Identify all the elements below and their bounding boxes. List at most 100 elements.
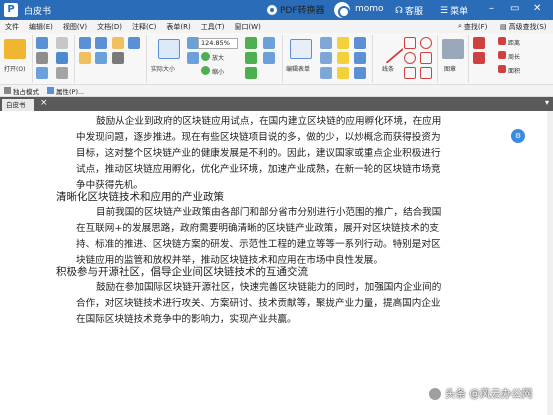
menu-window[interactable]: 窗口(W) (229, 22, 265, 32)
paragraph-line: 合作，对区块链技术进行攻关、方案研讨、技术贡献等，聚拢产业力量，提高国内企业 (76, 298, 441, 309)
vertical-scrollbar[interactable] (547, 111, 553, 415)
print-icon[interactable] (36, 52, 48, 64)
zoom-out-icon[interactable] (201, 66, 210, 75)
minimize-button[interactable]: – (489, 3, 494, 14)
zoom-in-icon[interactable] (201, 52, 210, 61)
pencil-icon[interactable] (473, 52, 485, 64)
scan-icon[interactable] (36, 67, 48, 79)
tab-list-icon[interactable]: ▾ (545, 98, 549, 107)
paragraph-line: 中发现问题，逐步推进。现在有些区块链项目说的多，做的少，以炒概念而获得投资为 (76, 132, 441, 143)
service-label: 客服 (405, 7, 424, 17)
zoom-in-label[interactable]: 放大 (212, 53, 224, 62)
perimeter-icon[interactable] (498, 51, 506, 59)
edit-form-label[interactable]: 编辑表单 (286, 64, 310, 73)
save-icon[interactable] (36, 37, 48, 49)
momo-label[interactable]: momo (355, 4, 384, 14)
menu-comment[interactable]: 注释(C) (127, 22, 161, 32)
distance-icon[interactable] (498, 37, 506, 45)
momo-avatar-icon[interactable] (334, 2, 350, 18)
fit-width-icon[interactable] (187, 52, 199, 64)
cloud-icon[interactable] (56, 52, 68, 64)
paragraph-line: 目标，这对整个区块链产业的健康发展是不利的。因此，建议国家或重点企业积极进行 (76, 148, 441, 159)
hand-tool-icon[interactable] (79, 52, 91, 64)
perimeter-label[interactable]: 周长 (508, 52, 520, 61)
polyline-icon[interactable] (420, 67, 432, 79)
tab-strip: 白皮书 × ▾ (0, 97, 553, 111)
advanced-search-button[interactable]: ▤ 高级查找(S) (500, 20, 547, 33)
open-folder-icon[interactable] (4, 39, 26, 59)
actual-size-label[interactable]: 实际大小 (151, 64, 175, 73)
properties-button[interactable]: 属性(P)... (47, 86, 84, 96)
refresh-icon[interactable] (245, 67, 257, 79)
menu-button[interactable]: ☰ 菜单 (440, 4, 468, 18)
page-nav-icon[interactable] (263, 52, 275, 64)
radio-icon[interactable] (320, 67, 332, 79)
service-button[interactable]: ☊ 客服 (395, 4, 424, 18)
select-text-icon[interactable] (95, 52, 107, 64)
tab-close-icon[interactable]: × (40, 98, 48, 108)
search-button[interactable]: ⌕ 查找(F) (458, 20, 487, 33)
section-heading: 清晰化区块链技术和应用的产业政策 (56, 191, 224, 203)
area-label[interactable]: 面积 (508, 66, 520, 75)
exclusive-mode-label: 独占模式 (13, 87, 39, 96)
zoom-out-label[interactable]: 缩小 (212, 67, 224, 76)
undo-icon[interactable] (79, 37, 91, 49)
paragraph-line: 在国际区块链技术竞争中的影响力，实现产业共赢。 (76, 314, 297, 325)
app-logo-icon: P (4, 3, 18, 17)
actual-size-icon[interactable] (158, 39, 180, 59)
redo-icon[interactable] (95, 37, 107, 49)
line-tool-icon[interactable] (374, 34, 404, 64)
menu-edit[interactable]: 编辑(E) (24, 22, 58, 32)
distance-label[interactable]: 距离 (508, 38, 520, 47)
polygon-icon[interactable] (404, 67, 416, 79)
area-icon[interactable] (498, 65, 506, 73)
sticky-icon[interactable] (337, 67, 349, 79)
pdf-converter-button[interactable]: PDF转换器 (267, 3, 325, 16)
properties-label: 属性(P)... (56, 87, 85, 96)
menu-tools[interactable]: 工具(T) (196, 22, 230, 32)
layers-icon[interactable] (56, 67, 68, 79)
cloud-shape-icon[interactable] (420, 37, 432, 49)
highlight-icon[interactable] (337, 52, 349, 64)
paragraph-line: 持、标准的推进、区块链方案的研发、示范性工程的建立等等一系列行动。特别是对区 (76, 239, 441, 250)
paragraph-line: 鼓励在参加国际区块链开源社区，快速完善区块链能力的同时，加强国内企业间的 (96, 282, 442, 293)
page-view-icon[interactable] (263, 37, 275, 49)
properties-icon (47, 87, 54, 94)
pan-icon[interactable] (112, 37, 124, 49)
note-icon[interactable] (337, 37, 349, 49)
arrow-shape-icon[interactable] (420, 52, 432, 64)
rotate-right-icon[interactable] (245, 52, 257, 64)
menu-form[interactable]: 表单(R) (161, 22, 195, 32)
rectangle-icon[interactable] (404, 37, 416, 49)
snapshot-icon[interactable] (128, 37, 140, 49)
text-box-icon[interactable] (354, 37, 366, 49)
checkbox-icon[interactable] (320, 52, 332, 64)
stamp-icon[interactable] (442, 39, 464, 59)
exclusive-mode-button[interactable]: 独占模式 (4, 86, 39, 96)
tab-document[interactable]: 白皮书 (2, 99, 34, 111)
advanced-search-icon: ▤ (500, 22, 507, 31)
eraser-icon[interactable] (473, 37, 485, 49)
email-icon[interactable] (56, 37, 68, 49)
menu-document[interactable]: 文档(D) (92, 22, 127, 32)
close-button[interactable]: ✕ (533, 3, 541, 14)
rotate-left-icon[interactable] (245, 37, 257, 49)
float-assistant-icon[interactable]: ⚙ (511, 129, 525, 143)
paragraph-line: 在互联网+的发展思路，政府需要明确清晰的区块链产业政策，展开对区块链技术的支 (76, 223, 440, 234)
zoom-level-field[interactable]: 124.85% (198, 38, 238, 49)
edit-form-icon[interactable] (290, 39, 312, 59)
stamp-label[interactable]: 图章 (444, 64, 456, 73)
text-field-icon[interactable] (320, 37, 332, 49)
exclusive-mode-icon (4, 87, 11, 94)
crop-icon[interactable] (112, 52, 124, 64)
menu-icon: ☰ (440, 5, 449, 16)
maximize-button[interactable]: ▭ (510, 3, 519, 14)
menu-file[interactable]: 文件 (0, 22, 24, 32)
line-label[interactable]: 线条 (382, 64, 394, 73)
ellipse-icon[interactable] (404, 52, 416, 64)
open-label[interactable]: 打开(O) (4, 64, 25, 73)
callout-icon[interactable] (354, 67, 366, 79)
menu-view[interactable]: 视图(V) (58, 22, 92, 32)
typewriter-icon[interactable] (354, 52, 366, 64)
pdf-converter-icon (267, 4, 277, 15)
